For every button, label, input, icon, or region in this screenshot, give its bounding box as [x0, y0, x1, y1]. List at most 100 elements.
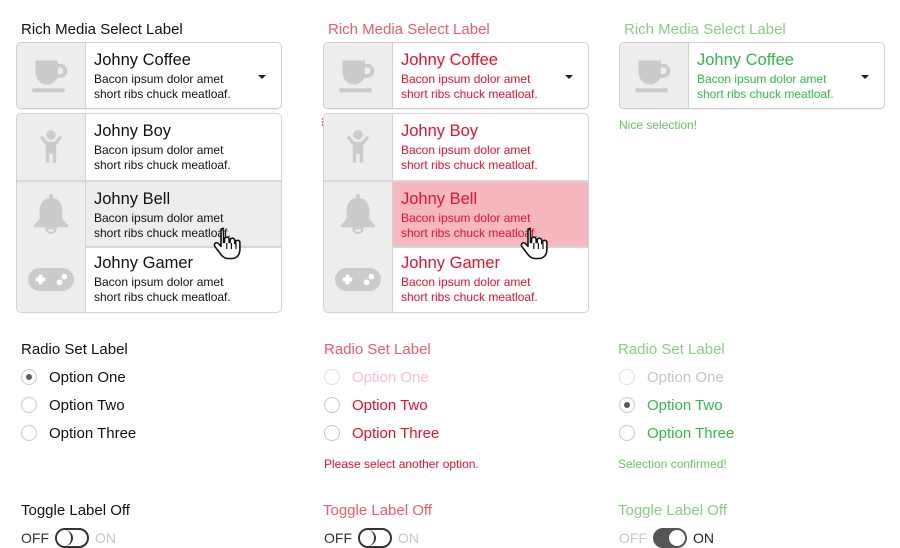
radio-option-two[interactable]: Option Two: [21, 394, 125, 416]
caret-down-icon: [565, 75, 573, 79]
toggle-on-text: ON: [95, 530, 116, 546]
toggle-knob: [360, 530, 376, 546]
selected-option-title: Johny Coffee: [697, 51, 794, 69]
rich-media-select-label: Rich Media Select Label: [21, 21, 183, 38]
rich-media-select-label: Rich Media Select Label: [624, 21, 786, 38]
rich-media-select[interactable]: Johny Coffee Bacon ipsum dolor amet shor…: [323, 42, 589, 109]
radio-option-label: Option Two: [647, 396, 723, 414]
option-desc-line2: short ribs chuck meatloaf.: [94, 226, 231, 240]
option-desc-line1: Bacon ipsum dolor amet: [401, 143, 531, 157]
option-desc-line1: Bacon ipsum dolor amet: [94, 143, 224, 157]
radio-button[interactable]: [324, 397, 340, 413]
radio-option-two[interactable]: Option Two: [619, 394, 723, 416]
success-state-column: Rich Media Select Label Johny Coffee Bac…: [618, 0, 900, 548]
radio-button[interactable]: [21, 425, 37, 441]
caret-down-icon: [258, 75, 266, 79]
toggle-label: Toggle Label Off: [21, 502, 130, 519]
option-desc-line1: Bacon ipsum dolor amet: [401, 275, 531, 289]
option-desc-line1: Bacon ipsum dolor amet: [94, 211, 224, 225]
selected-option-desc-line2: short ribs chuck meatloaf.: [697, 87, 834, 101]
rich-media-select[interactable]: Johny Coffee Bacon ipsum dolor amet shor…: [619, 42, 885, 109]
dropdown-option-hovered[interactable]: Johny Bell Bacon ipsum dolor amet short …: [17, 180, 281, 248]
select-success-message: Nice selection!: [619, 118, 698, 132]
coffee-cup-icon: [635, 58, 673, 94]
option-desc-line1: Bacon ipsum dolor amet: [401, 211, 531, 225]
selected-option-desc-line1: Bacon ipsum dolor amet: [697, 72, 827, 86]
radio-set-label: Radio Set Label: [21, 341, 128, 358]
radio-option-one[interactable]: Option One: [324, 366, 429, 388]
radio-set-label: Radio Set Label: [324, 341, 431, 358]
option-title: Johny Bell: [401, 190, 478, 208]
radio-button[interactable]: [21, 369, 37, 385]
dropdown-option[interactable]: Johny Gamer Bacon ipsum dolor amet short…: [324, 246, 588, 312]
radio-button[interactable]: [324, 425, 340, 441]
child-icon: [345, 129, 371, 165]
select-thumbnail: [17, 43, 86, 108]
toggle-knob: [57, 530, 73, 546]
toggle-switch[interactable]: [358, 528, 392, 548]
radio-option-label: Option Three: [49, 424, 137, 442]
toggle-label: Toggle Label Off: [618, 502, 727, 519]
default-state-column: Rich Media Select Label Johny Coffee Bac…: [16, 0, 306, 548]
radio-button[interactable]: [21, 397, 37, 413]
rich-media-select[interactable]: Johny Coffee Bacon ipsum dolor amet shor…: [16, 42, 282, 109]
toggle-on-text: ON: [398, 530, 419, 546]
radio-option-one[interactable]: Option One: [619, 366, 724, 388]
radio-button[interactable]: [619, 369, 635, 385]
select-dropdown-list: Johny Boy Bacon ipsum dolor amet short r…: [323, 113, 589, 313]
dropdown-option[interactable]: Johny Gamer Bacon ipsum dolor amet short…: [17, 246, 281, 312]
toggle-row: OFF ON: [619, 528, 714, 548]
option-desc-line2: short ribs chuck meatloaf.: [94, 158, 231, 172]
bell-icon: [32, 194, 70, 234]
selected-option-desc-line1: Bacon ipsum dolor amet: [401, 72, 531, 86]
radio-error-message: Please select another option.: [324, 457, 479, 471]
option-desc-line2: short ribs chuck meatloaf.: [401, 158, 538, 172]
toggle-row: OFF ON: [324, 528, 419, 548]
selected-option-desc-line1: Bacon ipsum dolor amet: [94, 72, 224, 86]
selected-option-title: Johny Coffee: [94, 51, 191, 69]
option-desc-line2: short ribs chuck meatloaf.: [401, 226, 538, 240]
radio-button[interactable]: [324, 369, 340, 385]
option-title: Johny Gamer: [401, 254, 501, 272]
radio-option-label: Option One: [647, 368, 724, 386]
rich-media-select-label: Rich Media Select Label: [328, 21, 490, 38]
selected-option-desc-line2: short ribs chuck meatloaf.: [401, 87, 538, 101]
radio-success-message: Selection confirmed!: [618, 457, 727, 471]
toggle-switch[interactable]: [55, 528, 89, 548]
dropdown-option[interactable]: Johny Boy Bacon ipsum dolor amet short r…: [17, 114, 281, 180]
toggle-off-text: OFF: [21, 530, 49, 546]
radio-set-label: Radio Set Label: [618, 341, 725, 358]
option-desc-line2: short ribs chuck meatloaf.: [94, 290, 231, 304]
radio-option-label: Option Three: [352, 424, 440, 442]
bell-icon: [339, 194, 377, 234]
radio-option-three[interactable]: Option Three: [619, 422, 734, 444]
radio-option-label: Option One: [49, 368, 126, 386]
toggle-off-text: OFF: [619, 530, 647, 546]
select-dropdown-list: Johny Boy Bacon ipsum dolor amet short r…: [16, 113, 282, 313]
selected-option-title: Johny Coffee: [401, 51, 498, 69]
radio-option-one[interactable]: Option One: [21, 366, 126, 388]
child-icon: [38, 129, 64, 165]
option-title: Johny Boy: [94, 122, 172, 140]
radio-button[interactable]: [619, 425, 635, 441]
radio-option-label: Option Two: [49, 396, 125, 414]
selected-option-desc-line2: short ribs chuck meatloaf.: [94, 87, 231, 101]
radio-option-three[interactable]: Option Three: [21, 422, 136, 444]
selected-option-desc: Bacon ipsum dolor amet short ribs chuck …: [94, 72, 231, 102]
coffee-cup-icon: [32, 58, 70, 94]
radio-option-two[interactable]: Option Two: [324, 394, 428, 416]
toggle-switch[interactable]: [653, 528, 687, 548]
toggle-row: OFF ON: [21, 528, 116, 548]
dropdown-option[interactable]: Johny Boy Bacon ipsum dolor amet short r…: [324, 114, 588, 180]
option-title: Johny Bell: [94, 190, 171, 208]
dropdown-option-hovered[interactable]: Johny Bell Bacon ipsum dolor amet short …: [324, 180, 588, 248]
coffee-cup-icon: [339, 58, 377, 94]
gamepad-icon: [335, 266, 381, 293]
option-title: Johny Gamer: [94, 254, 194, 272]
radio-option-label: Option Two: [352, 396, 428, 414]
toggle-knob: [669, 530, 685, 546]
toggle-on-text: ON: [693, 530, 714, 546]
radio-option-three[interactable]: Option Three: [324, 422, 439, 444]
radio-button[interactable]: [619, 397, 635, 413]
caret-down-icon: [861, 75, 869, 79]
